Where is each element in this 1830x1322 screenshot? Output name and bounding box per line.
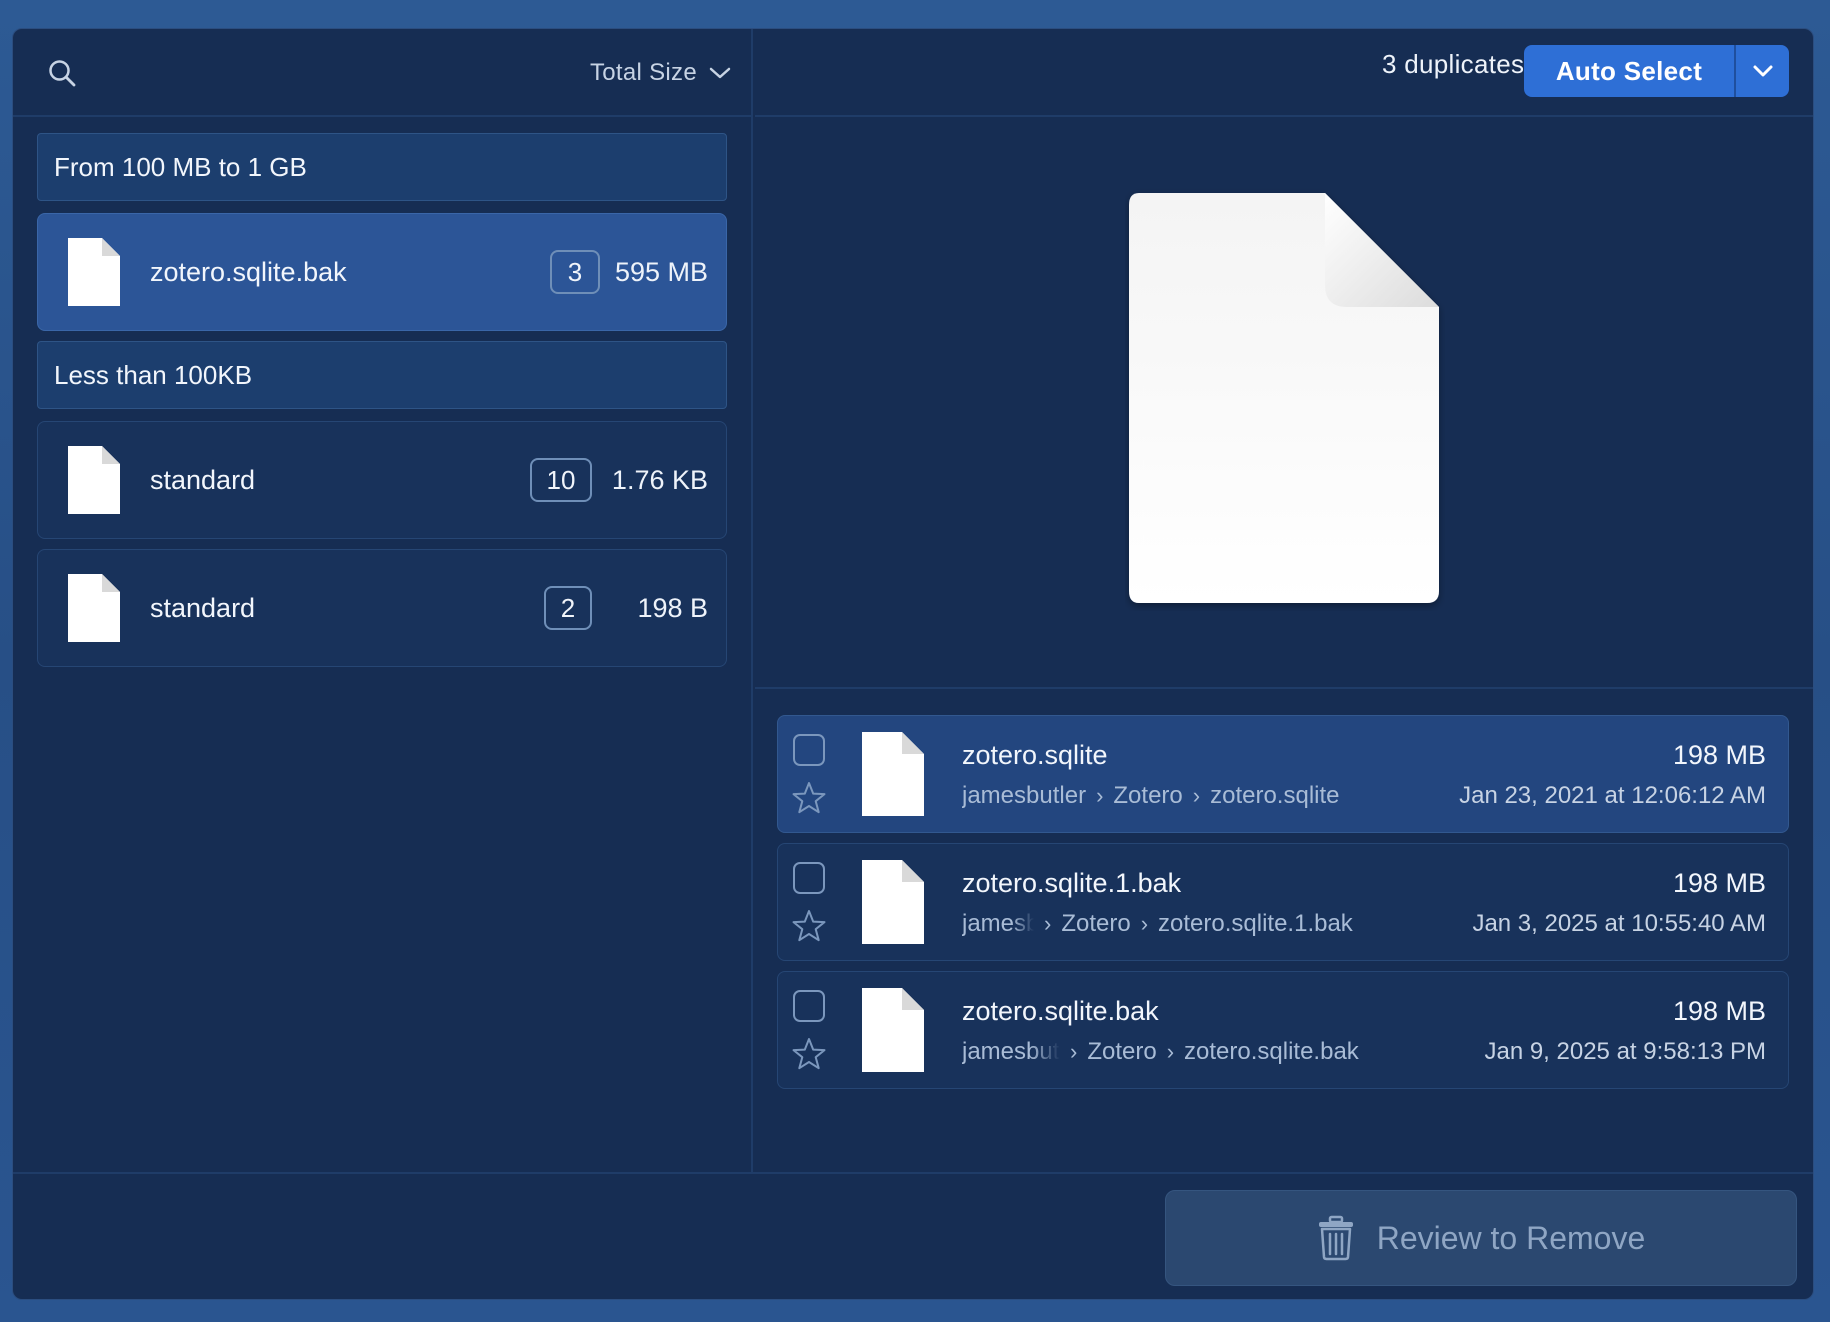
file-preview bbox=[755, 117, 1813, 689]
select-checkbox[interactable] bbox=[793, 990, 825, 1022]
file-name: zotero.sqlite bbox=[962, 740, 1108, 770]
file-size: 198 MB bbox=[1672, 996, 1766, 1026]
duplicate-count-badge: 3 bbox=[550, 250, 600, 294]
file-size: 198 MB bbox=[1672, 868, 1766, 898]
path-segment[interactable]: Zotero bbox=[1113, 782, 1182, 810]
document-icon bbox=[862, 860, 924, 944]
breadcrumb: jamesbutler › Zotero › zotero.sqlite bbox=[962, 782, 1340, 810]
star-icon[interactable] bbox=[791, 780, 827, 816]
path-segment[interactable]: zotero.sqlite.1.bak bbox=[1158, 910, 1353, 938]
modified-date: Jan 3, 2025 at 10:55:40 AM bbox=[1472, 910, 1766, 937]
path-segment[interactable]: Zotero bbox=[1087, 1038, 1156, 1066]
trash-icon bbox=[1318, 1215, 1353, 1261]
breadcrumb: jamesbutl › Zotero › zotero.sqlite.bak bbox=[962, 1038, 1359, 1066]
document-icon bbox=[862, 988, 924, 1072]
star-icon[interactable] bbox=[791, 1036, 827, 1072]
path-segment[interactable]: jamesb bbox=[962, 910, 1034, 938]
breadcrumb: jamesb › Zotero › zotero.sqlite.1.bak bbox=[962, 910, 1353, 938]
file-name: standard bbox=[150, 592, 256, 623]
modified-date: Jan 9, 2025 at 9:58:13 PM bbox=[1484, 1038, 1766, 1065]
auto-select-menu-button[interactable] bbox=[1736, 45, 1789, 97]
file-groups-pane: Total Size From 100 MB to 1 GB zotero.sq… bbox=[13, 29, 753, 1172]
path-segment[interactable]: Zotero bbox=[1061, 910, 1130, 938]
chevron-right-icon: › bbox=[1044, 911, 1052, 936]
chevron-right-icon: › bbox=[1140, 911, 1149, 936]
path-segment[interactable]: jamesbutler bbox=[962, 782, 1086, 810]
duplicate-groups-list: From 100 MB to 1 GB zotero.sqlite.bak 3 … bbox=[37, 133, 727, 677]
document-icon bbox=[862, 732, 924, 816]
list-item[interactable]: zotero.sqlite.bak 3 595 MB bbox=[37, 213, 727, 331]
detail-toolbar: 3 duplicates for 595 MB Auto Select bbox=[755, 29, 1813, 117]
document-preview-icon bbox=[1129, 193, 1439, 603]
chevron-right-icon: › bbox=[1070, 1039, 1078, 1064]
chevron-right-icon: › bbox=[1192, 783, 1201, 808]
chevron-down-icon bbox=[1753, 65, 1772, 77]
chevron-right-icon: › bbox=[1096, 783, 1104, 808]
bottom-action-bar: Review to Remove bbox=[13, 1172, 1813, 1299]
table-row[interactable]: zotero.sqlite 198 MB jamesbutler › Zoter… bbox=[777, 715, 1789, 833]
auto-select-button[interactable]: Auto Select bbox=[1524, 45, 1734, 97]
file-name: zotero.sqlite.1.bak bbox=[962, 868, 1182, 898]
path-segment[interactable]: zotero.sqlite bbox=[1210, 782, 1339, 810]
duplicate-count-badge: 2 bbox=[544, 586, 592, 630]
search-icon[interactable] bbox=[47, 58, 77, 88]
chevron-right-icon: › bbox=[1166, 1039, 1175, 1064]
path-segment[interactable]: zotero.sqlite.bak bbox=[1184, 1038, 1359, 1066]
file-name: standard bbox=[150, 464, 256, 495]
duplicates-window: Total Size From 100 MB to 1 GB zotero.sq… bbox=[12, 28, 1814, 1300]
auto-select-split-button: Auto Select bbox=[1524, 45, 1789, 97]
table-row[interactable]: zotero.sqlite.1.bak 198 MB jamesb › Zote… bbox=[777, 843, 1789, 961]
size-group-header: Less than 100KB bbox=[37, 341, 727, 409]
path-segment[interactable]: jamesbutl bbox=[962, 1038, 1060, 1066]
file-name: zotero.sqlite.bak bbox=[150, 256, 347, 287]
select-checkbox[interactable] bbox=[793, 734, 825, 766]
list-item[interactable]: standard 10 1.76 KB bbox=[37, 421, 727, 539]
size-group-header: From 100 MB to 1 GB bbox=[37, 133, 727, 201]
duplicate-count-badge: 10 bbox=[530, 458, 592, 502]
star-icon[interactable] bbox=[791, 908, 827, 944]
file-name: zotero.sqlite.bak bbox=[962, 996, 1159, 1026]
document-icon bbox=[68, 446, 120, 514]
file-size: 198 MB bbox=[1672, 740, 1766, 770]
chevron-down-icon bbox=[709, 67, 731, 79]
document-icon bbox=[68, 238, 120, 306]
list-item[interactable]: standard 2 198 B bbox=[37, 549, 727, 667]
duplicate-files-list: zotero.sqlite 198 MB jamesbutler › Zoter… bbox=[777, 715, 1789, 1099]
sort-by-label: Total Size bbox=[589, 59, 697, 86]
select-checkbox[interactable] bbox=[793, 862, 825, 894]
file-size: 595 MB bbox=[614, 256, 708, 287]
sort-by-dropdown[interactable]: Total Size bbox=[590, 53, 731, 93]
file-size: 198 B bbox=[637, 592, 708, 623]
modified-date: Jan 23, 2021 at 12:06:12 AM bbox=[1459, 782, 1766, 809]
table-row[interactable]: zotero.sqlite.bak 198 MB jamesbutl › Zot… bbox=[777, 971, 1789, 1089]
left-toolbar: Total Size bbox=[13, 29, 753, 117]
review-to-remove-button[interactable]: Review to Remove bbox=[1165, 1190, 1797, 1286]
review-to-remove-label: Review to Remove bbox=[1376, 1219, 1646, 1256]
file-size: 1.76 KB bbox=[611, 464, 708, 495]
document-icon bbox=[68, 574, 120, 642]
